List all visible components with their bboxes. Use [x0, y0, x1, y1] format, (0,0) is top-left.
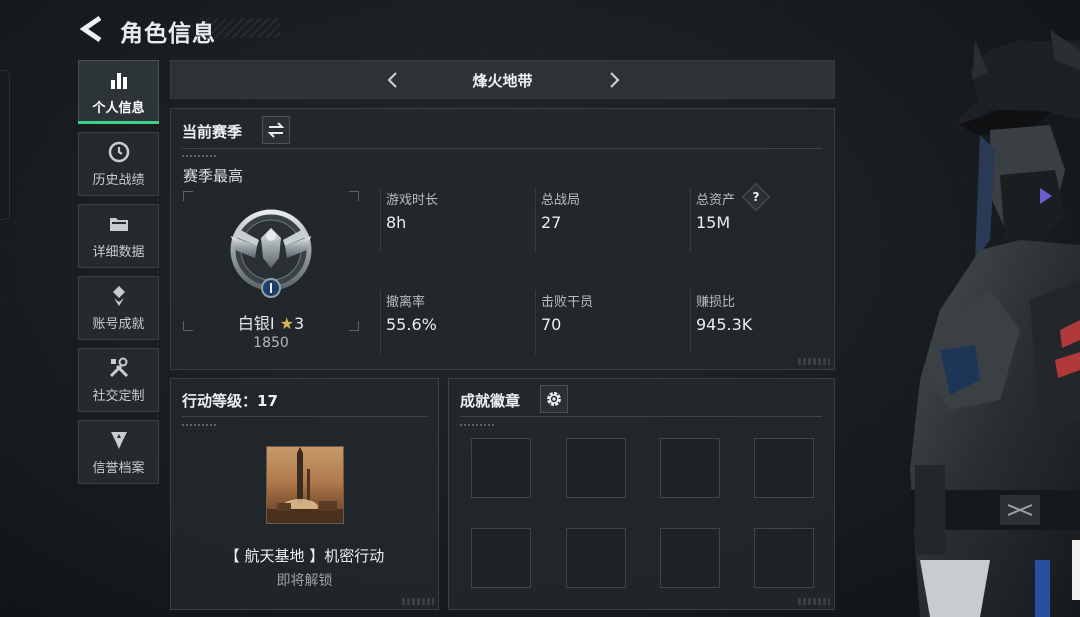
divider-dots	[182, 424, 218, 426]
rank-stars: 3	[293, 314, 305, 333]
sidebar-item-label: 账号成就	[92, 317, 145, 332]
stat-value-total-assets: 15M	[696, 213, 731, 232]
stat-value-extraction-rate: 55.6%	[386, 315, 437, 334]
bar-chart-icon	[110, 73, 127, 89]
left-edge-tab[interactable]	[0, 70, 10, 220]
back-button[interactable]	[78, 14, 106, 44]
stat-separator	[690, 188, 691, 252]
next-mode-button[interactable]	[604, 70, 624, 90]
panel-corner-mark	[798, 358, 830, 365]
folder-icon	[109, 218, 128, 231]
back-arrow-icon	[79, 15, 102, 43]
stat-label-playtime: 游戏时长	[386, 193, 439, 208]
rank-name: 白银I	[237, 314, 275, 333]
silver-rank-badge-icon	[230, 209, 312, 298]
divider-dots	[460, 424, 496, 426]
badges-divider	[460, 416, 822, 417]
stat-label-operators-defeated: 击败干员	[541, 295, 594, 310]
stat-value-playtime: 8h	[386, 213, 407, 232]
stat-value-operators-defeated: 70	[541, 315, 562, 334]
mission-name: 【 航天基地 】机密行动	[224, 547, 385, 565]
credit-shield-icon	[110, 432, 127, 449]
rank-score: 1850	[253, 335, 289, 351]
swap-arrows-icon	[267, 122, 285, 138]
sidebar-item-social-custom[interactable]: 社交定制	[78, 348, 159, 412]
mission-thumbnail[interactable]	[266, 446, 344, 524]
stat-value-profit-ratio: 945.3K	[696, 315, 753, 334]
panel-corner-mark	[402, 598, 434, 605]
badge-slot[interactable]	[566, 438, 626, 498]
sidebar-item-detailed-data[interactable]: 详细数据	[78, 204, 159, 268]
sidebar-item-label: 个人信息	[92, 101, 145, 116]
sidebar-item-history[interactable]: 历史战绩	[78, 132, 159, 196]
stat-separator	[380, 188, 381, 252]
sidebar-item-label: 详细数据	[92, 245, 145, 260]
badge-slot[interactable]	[754, 438, 814, 498]
badges-title: 成就徽章	[460, 392, 521, 410]
tools-icon	[109, 357, 128, 378]
rank-line: 白银I ★3	[183, 310, 359, 334]
title-decoration	[200, 18, 280, 38]
history-icon	[108, 141, 129, 163]
stat-separator	[690, 290, 691, 354]
badge-slot[interactable]	[471, 528, 531, 588]
gear-icon	[547, 392, 561, 406]
stat-label-extraction-rate: 撤离率	[386, 295, 426, 310]
season-title: 当前赛季	[182, 123, 243, 141]
action-level-divider	[182, 416, 427, 417]
stat-label-profit-ratio: 赚损比	[696, 295, 736, 310]
sidebar-item-credit-file[interactable]: 信誉档案	[78, 420, 159, 484]
sidebar-item-label: 社交定制	[92, 389, 145, 404]
badge-slot[interactable]	[754, 528, 814, 588]
stat-separator	[380, 290, 381, 354]
sidebar-item-label: 信誉档案	[92, 461, 145, 476]
badge-slot[interactable]	[660, 528, 720, 588]
chevron-right-icon	[610, 72, 620, 88]
mission-status: 即将解锁	[276, 573, 333, 589]
operator-character-portrait	[910, 30, 1080, 617]
star-icon: ★	[279, 314, 294, 333]
achievement-icon	[112, 286, 125, 306]
switch-season-button[interactable]	[262, 116, 290, 144]
action-level-title: 行动等级：17	[182, 392, 278, 410]
season-divider	[182, 148, 822, 149]
stat-value-total-matches: 27	[541, 213, 562, 232]
stat-separator	[535, 290, 536, 354]
badge-settings-button[interactable]	[540, 385, 568, 413]
season-best-label: 赛季最高	[183, 167, 244, 185]
rocket-launch-image	[267, 447, 343, 523]
badge-slot[interactable]	[471, 438, 531, 498]
mode-name: 烽火地带	[472, 72, 533, 90]
stat-separator	[535, 188, 536, 252]
sidebar-item-label: 历史战绩	[92, 173, 145, 188]
stat-label-total-assets: 总资产	[696, 193, 736, 208]
sidebar-item-personal-info[interactable]: 个人信息	[78, 60, 159, 124]
panel-corner-mark	[798, 598, 830, 605]
divider-dots	[182, 155, 218, 157]
badge-slot[interactable]	[660, 438, 720, 498]
badge-slot[interactable]	[566, 528, 626, 588]
mode-selector: 烽火地带	[170, 60, 835, 99]
sidebar-item-achievements[interactable]: 账号成就	[78, 276, 159, 340]
stat-label-total-matches: 总战局	[541, 193, 581, 208]
